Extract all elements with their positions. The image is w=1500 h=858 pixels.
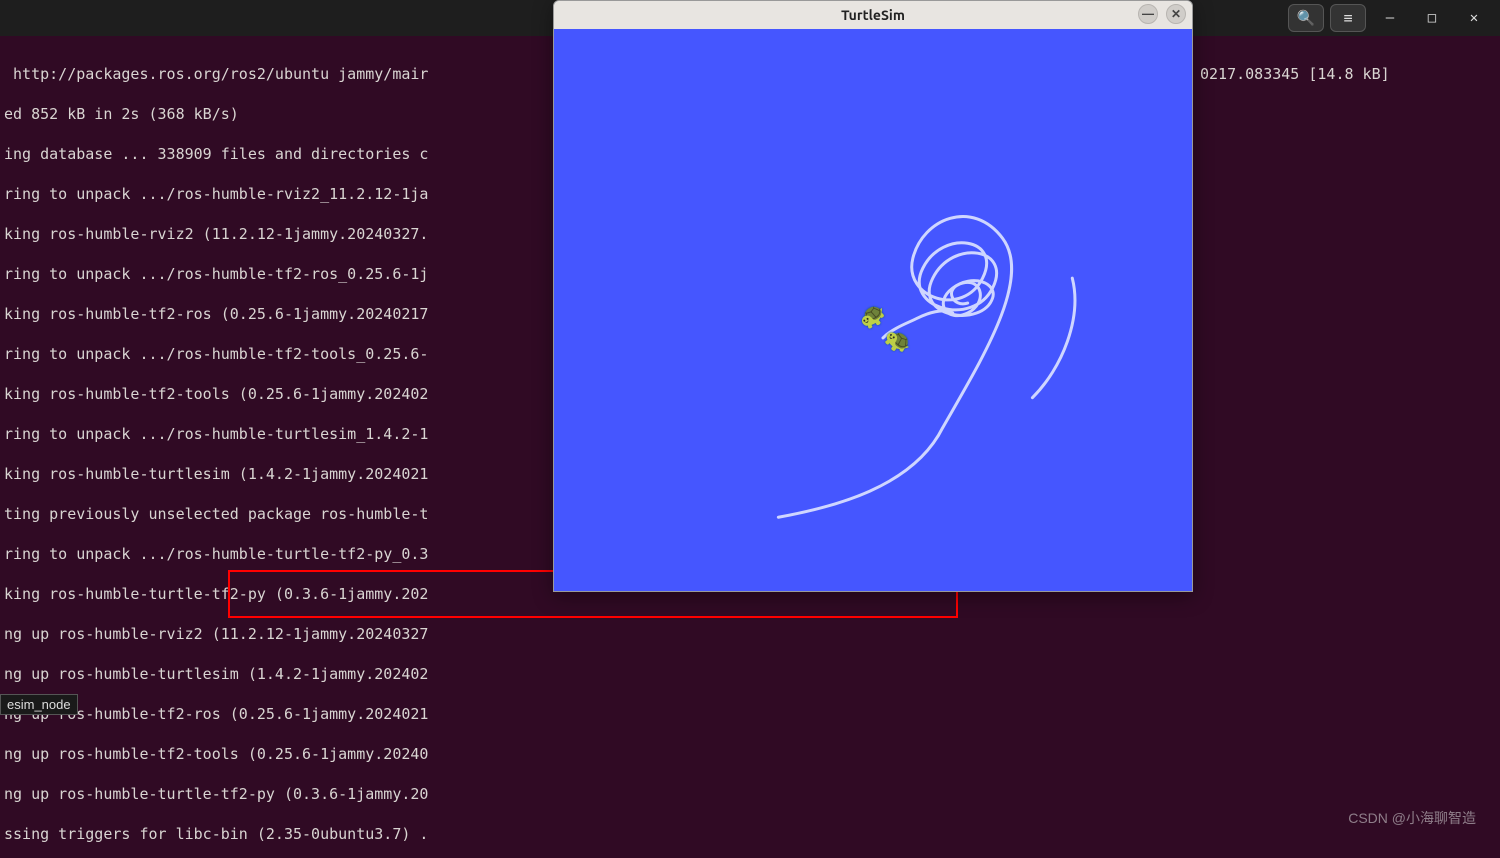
window-title: TurtleSim [841, 7, 905, 23]
terminal-line: ng up ros-humble-tf2-ros (0.25.6-1jammy.… [4, 704, 1496, 724]
menu-icon[interactable]: ≡ [1330, 4, 1366, 32]
terminal-line: ng up ros-humble-turtlesim (1.4.2-1jammy… [4, 664, 1496, 684]
terminal-line: ng up ros-humble-rviz2 (11.2.12-1jammy.2… [4, 624, 1496, 644]
turtlesim-canvas: 🐢 🐢 [554, 29, 1192, 591]
turtlesim-window[interactable]: TurtleSim — ✕ 🐢 🐢 [553, 0, 1193, 592]
minimize-button[interactable]: — [1372, 4, 1408, 32]
watermark: CSDN @小海聊智造 [1348, 808, 1476, 828]
terminal-line: ssing triggers for libc-bin (2.35-0ubunt… [4, 824, 1496, 844]
search-icon[interactable]: 🔍 [1288, 4, 1324, 32]
terminal-line: ng up ros-humble-tf2-tools (0.25.6-1jamm… [4, 744, 1496, 764]
terminal-line: ng up ros-humble-turtle-tf2-py (0.3.6-1j… [4, 784, 1496, 804]
close-icon[interactable]: ✕ [1166, 4, 1186, 24]
minimize-icon[interactable]: — [1138, 4, 1158, 24]
maximize-button[interactable]: □ [1414, 4, 1450, 32]
turtlesim-titlebar[interactable]: TurtleSim — ✕ [554, 1, 1192, 29]
tooltip: esim_node [0, 694, 78, 715]
close-button[interactable]: ✕ [1456, 4, 1492, 32]
